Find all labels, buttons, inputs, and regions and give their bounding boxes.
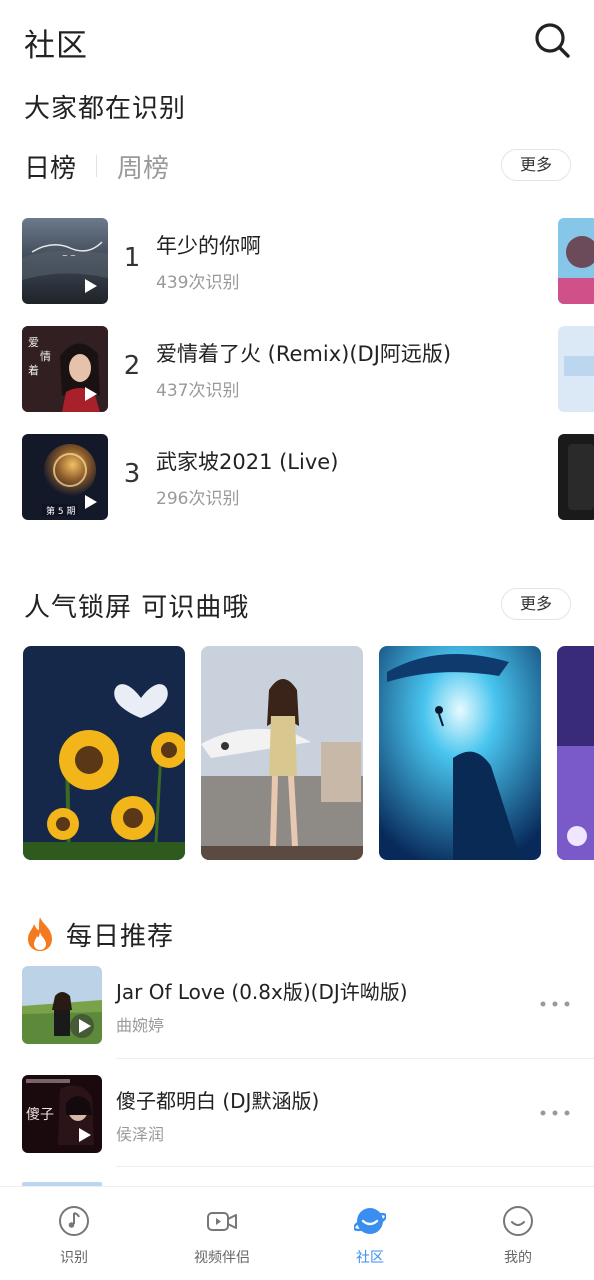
rank-number: 2 — [123, 351, 141, 381]
rank-count: 437次识别 — [156, 381, 240, 401]
rank-item[interactable]: 爱 情 着 2 爱情着了火 (Remix)(DJ阿远版) 437次识别 — [22, 326, 542, 412]
list-divider — [116, 1166, 594, 1167]
more-options-icon[interactable] — [537, 992, 573, 1016]
video-camera-icon — [207, 1212, 237, 1231]
rank-count: 296次识别 — [156, 489, 240, 509]
song-artist: 曲婉婷 — [116, 1016, 165, 1035]
tab-label: 我的 — [504, 1250, 532, 1266]
play-icon — [85, 495, 97, 509]
rank-song-title: 爱情着了火 (Remix)(DJ阿远版) — [156, 342, 452, 366]
tab-weekly[interactable]: 周榜 — [117, 148, 169, 185]
tab-label: 识别 — [60, 1250, 88, 1266]
tab-divider — [96, 155, 98, 177]
wallpaper-card[interactable] — [201, 646, 363, 860]
play-icon — [79, 1019, 91, 1033]
music-note-icon — [59, 1206, 89, 1236]
daily-section-title: 每日推荐 — [24, 914, 174, 954]
header: 社区 — [0, 0, 594, 80]
next-column-cover[interactable] — [558, 218, 594, 304]
svg-text:着: 着 — [28, 363, 39, 377]
svg-text:爱: 爱 — [28, 336, 39, 349]
svg-text:~ ~: ~ ~ — [62, 252, 76, 260]
list-divider — [116, 1058, 594, 1059]
trending-more-button[interactable]: 更多 — [501, 149, 571, 181]
smiley-face-icon — [503, 1206, 533, 1236]
more-options-icon[interactable] — [537, 1101, 573, 1125]
song-cover — [22, 966, 102, 1044]
rank-count: 439次识别 — [156, 273, 240, 293]
next-column-cover[interactable] — [558, 434, 594, 520]
svg-text:傻子: 傻子 — [26, 1107, 54, 1123]
svg-text:情: 情 — [40, 350, 51, 363]
tab-daily[interactable]: 日榜 — [24, 148, 76, 185]
wallpaper-card[interactable] — [23, 646, 185, 860]
tab-video-companion[interactable]: 视频伴侣 — [148, 1187, 296, 1280]
tab-label: 视频伴侣 — [194, 1250, 250, 1266]
rank-item[interactable]: ~ ~ 1 年少的你啊 439次识别 — [22, 218, 542, 304]
planet-icon — [354, 1208, 386, 1234]
song-list-item[interactable]: Jar Of Love (0.8x版)(DJ许呦版) 曲婉婷 — [22, 966, 594, 1046]
tab-recognize[interactable]: 识别 — [0, 1187, 148, 1280]
song-title: Jar Of Love (0.8x版)(DJ许呦版) — [116, 980, 408, 1004]
bottom-tab-bar: 识别 视频伴侣 社区 我的 — [0, 1186, 594, 1280]
song-list-item[interactable]: 傻子 傻子都明白 (DJ默涵版) 侯泽润 — [22, 1075, 594, 1155]
rank-number: 3 — [123, 459, 141, 489]
play-icon — [85, 387, 97, 401]
ranking-tabs: 日榜 周榜 — [24, 146, 169, 186]
wallpapers-section-title: 人气锁屏 可识曲哦 — [24, 593, 250, 623]
page-title: 社区 — [24, 28, 88, 64]
tab-mine[interactable]: 我的 — [444, 1187, 592, 1280]
search-icon[interactable] — [532, 20, 572, 60]
wallpaper-card[interactable] — [379, 646, 541, 860]
rank-song-title: 武家坡2021 (Live) — [156, 450, 339, 474]
wallpaper-card[interactable] — [557, 646, 594, 860]
play-icon — [79, 1128, 91, 1142]
song-cover: 傻子 — [22, 1075, 102, 1153]
song-artist: 侯泽润 — [116, 1125, 165, 1144]
rank-item[interactable]: 第 5 期 3 武家坡2021 (Live) 296次识别 — [22, 434, 542, 520]
song-title: 傻子都明白 (DJ默涵版) — [116, 1089, 320, 1113]
rank-number: 1 — [123, 243, 141, 273]
trending-section-title: 大家都在识别 — [24, 94, 187, 124]
fire-icon — [28, 917, 52, 951]
svg-text:第 5 期: 第 5 期 — [46, 505, 75, 517]
rank-song-title: 年少的你啊 — [156, 234, 261, 258]
daily-title-text: 每日推荐 — [66, 921, 175, 952]
song-cover: ~ ~ — [22, 218, 108, 304]
song-cover: 爱 情 着 — [22, 326, 108, 412]
song-cover: 第 5 期 — [22, 434, 108, 520]
tab-label: 社区 — [356, 1250, 384, 1266]
tab-community[interactable]: 社区 — [296, 1187, 444, 1280]
wallpapers-more-button[interactable]: 更多 — [501, 588, 571, 620]
play-icon — [85, 279, 97, 293]
next-column-cover[interactable] — [558, 326, 594, 412]
